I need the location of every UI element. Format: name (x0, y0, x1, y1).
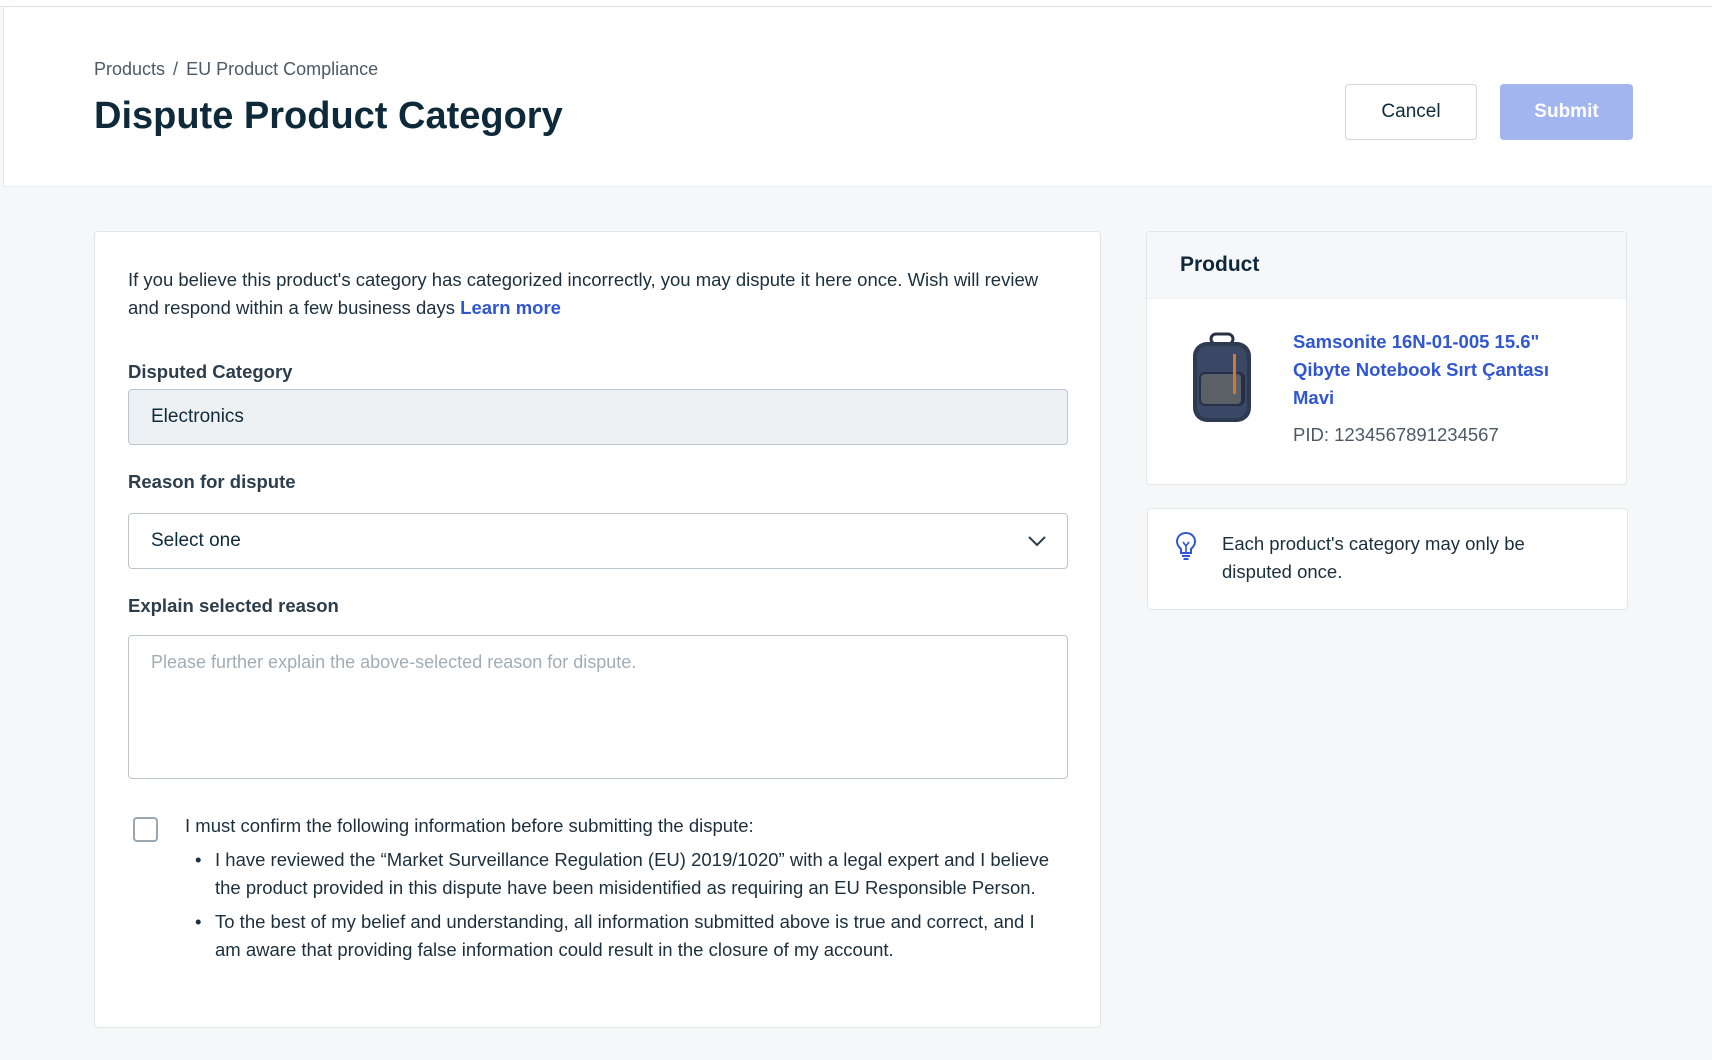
confirm-text: I must confirm the following information… (185, 812, 1065, 970)
confirm-item-text: I have reviewed the “Market Surveillance… (215, 849, 1049, 898)
product-heading: Product (1147, 232, 1626, 299)
disputed-category-value: Electronics (151, 406, 244, 427)
learn-more-link[interactable]: Learn more (460, 297, 561, 318)
list-item: • To the best of my belief and understan… (185, 908, 1065, 964)
product-name-link[interactable]: Samsonite 16N-01-005 15.6" Qibyte Notebo… (1293, 328, 1593, 412)
bullet-icon: • (195, 911, 202, 932)
intro-body: If you believe this product's category h… (128, 269, 1039, 318)
reason-label: Reason for dispute (128, 471, 296, 492)
explain-textarea[interactable]: Please further explain the above-selecte… (128, 635, 1068, 779)
breadcrumb-eu-product-compliance[interactable]: EU Product Compliance (186, 59, 378, 80)
confirm-intro: I must confirm the following information… (185, 815, 754, 836)
breadcrumb-products[interactable]: Products (94, 59, 165, 80)
backpack-thumbnail (1193, 332, 1251, 422)
chevron-down-icon (1028, 536, 1046, 547)
confirm-item-text: To the best of my belief and understandi… (215, 911, 1035, 960)
explain-label: Explain selected reason (128, 595, 339, 616)
intro-text: If you believe this product's category h… (128, 266, 1068, 322)
disputed-category-label: Disputed Category (128, 361, 293, 382)
bullet-icon: • (195, 849, 202, 870)
disputed-category-field: Electronics (128, 389, 1068, 445)
product-card: Product Samsonite 16N-01-005 15.6" Qibyt… (1146, 231, 1627, 485)
tip-card: Each product's category may only be disp… (1147, 508, 1628, 610)
breadcrumb: Products / EU Product Compliance (94, 59, 378, 80)
cancel-button[interactable]: Cancel (1345, 84, 1477, 140)
product-pid: PID: 1234567891234567 (1293, 424, 1499, 445)
list-item: • I have reviewed the “Market Surveillan… (185, 846, 1065, 902)
page-header: Products / EU Product Compliance Dispute… (3, 7, 1712, 187)
lightbulb-icon (1175, 531, 1197, 560)
explain-placeholder: Please further explain the above-selecte… (151, 652, 637, 672)
submit-button[interactable]: Submit (1500, 84, 1633, 140)
page-title: Dispute Product Category (94, 95, 563, 137)
confirm-checkbox[interactable] (133, 817, 158, 842)
breadcrumb-separator: / (173, 59, 179, 79)
tip-text: Each product's category may only be disp… (1222, 533, 1525, 582)
dispute-form-card: If you believe this product's category h… (94, 231, 1101, 1028)
top-rule (0, 0, 1712, 7)
reason-select[interactable]: Select one (128, 513, 1068, 569)
confirm-list: • I have reviewed the “Market Surveillan… (185, 846, 1065, 964)
reason-select-value: Select one (151, 530, 241, 551)
